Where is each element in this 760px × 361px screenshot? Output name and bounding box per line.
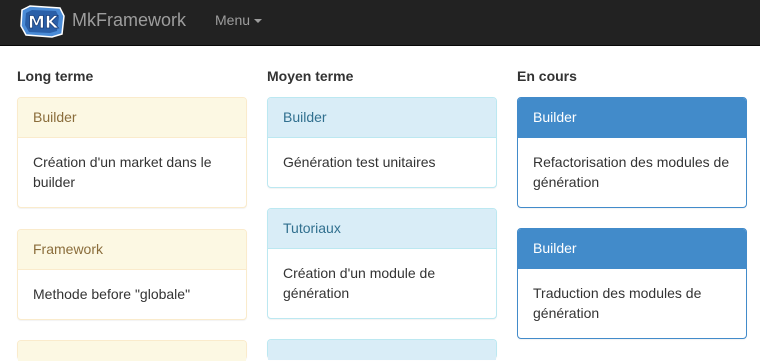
- task-panel: Builder Génération test unitaires: [267, 97, 497, 188]
- task-panel: Builder Création d'un market dans le bui…: [17, 97, 247, 208]
- logo-text: MK: [28, 13, 59, 33]
- task-panel-partial: [17, 340, 247, 361]
- panel-heading: Builder: [18, 98, 246, 138]
- task-panel: Builder Refactorisation des modules de g…: [517, 97, 747, 208]
- panel-heading: Builder: [268, 98, 496, 138]
- mkframework-logo-icon[interactable]: MK: [20, 4, 66, 38]
- column-en-cours: En cours Builder Refactorisation des mod…: [517, 68, 747, 339]
- brand-link[interactable]: MkFramework: [72, 10, 186, 31]
- menu-label: Menu: [215, 12, 251, 28]
- panel-heading: Builder: [518, 229, 746, 269]
- panel-heading: Framework: [18, 230, 246, 270]
- task-panel-partial: [267, 339, 497, 360]
- panel-body: Création d'un market dans le builder: [33, 154, 212, 190]
- panel-body: Traduction des modules de génération: [533, 285, 702, 321]
- panel-heading: Tutoriaux: [268, 209, 496, 249]
- panel-body: Génération test unitaires: [283, 154, 436, 170]
- panel-body: Refactorisation des modules de génératio…: [533, 154, 730, 190]
- panel-heading: [18, 341, 246, 361]
- task-panel: Tutoriaux Création d'un module de généra…: [267, 208, 497, 319]
- column-title: Long terme: [17, 68, 94, 84]
- column-moyen-terme: Moyen terme Builder Génération test unit…: [267, 68, 497, 360]
- column-title: Moyen terme: [267, 68, 354, 84]
- panel-heading: [268, 340, 496, 360]
- task-panel: Builder Traduction des modules de généra…: [517, 228, 747, 339]
- panel-heading: Builder: [518, 98, 746, 138]
- column-long-terme: Long terme Builder Création d'un market …: [17, 68, 247, 361]
- column-title: En cours: [517, 68, 577, 84]
- panel-body: Création d'un module de génération: [283, 265, 436, 301]
- top-navbar: MK MkFramework Menu: [0, 0, 760, 46]
- caret-down-icon: [254, 19, 263, 24]
- menu-dropdown-toggle[interactable]: Menu: [215, 12, 263, 28]
- panel-body: Methode before "globale": [33, 286, 191, 302]
- task-panel: Framework Methode before "globale": [17, 229, 247, 320]
